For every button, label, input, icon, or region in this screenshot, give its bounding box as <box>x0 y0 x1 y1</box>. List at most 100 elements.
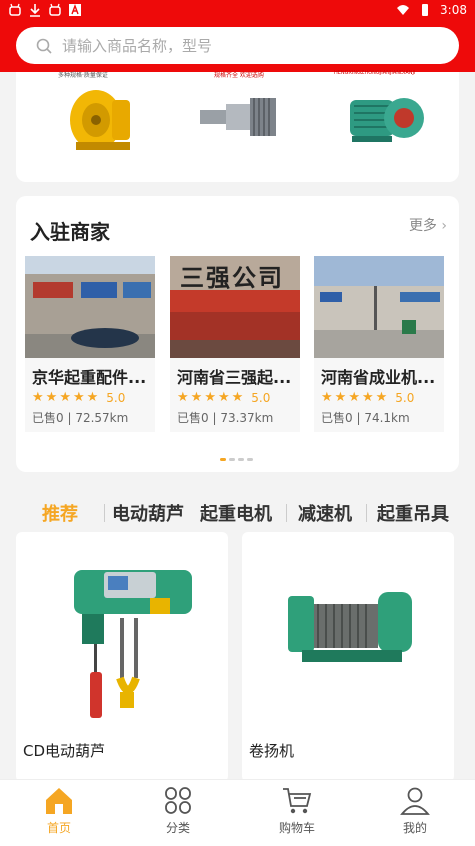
star-icon: ★ <box>231 390 244 405</box>
rating-value-1: 5.0 <box>106 390 126 405</box>
merchant-card-3[interactable]: 河南省成业机... ★ ★ ★ ★ ★ 5.0 已售0 | 74.1km <box>314 256 444 432</box>
star-icon: ★ <box>348 390 360 405</box>
yellow-drum-product-image <box>70 90 130 150</box>
bottom-nav: 首页 分类 购物车 我的 <box>0 779 475 846</box>
star-icon: ★ <box>190 390 203 405</box>
chevron-right-icon: › <box>441 218 447 234</box>
download-icon <box>30 4 40 17</box>
font-icon <box>69 4 81 16</box>
featured-caption-1: 多种规格·质量保证 <box>58 72 108 79</box>
merchants-card: 入驻商家 更多 › 京华起重配件... ★ ★ ★ ★ ★ 5.0 已售0 | 72.5… <box>16 196 459 472</box>
star-icon: ★ <box>177 390 189 405</box>
featured-product-3[interactable]: HENGXINGZHONGJIANJIANDIANJI <box>334 70 444 162</box>
app-header: 3:08 <box>0 0 475 72</box>
winch-product-image <box>288 592 412 662</box>
rating-stars-1: ★ ★ ★ ★ ★ 5.0 <box>32 390 125 405</box>
merchant-card-2[interactable]: 三强公司 河南省三强起... ★ ★ ★ ★ ★ 5.0 已售0 | 73.37km <box>170 256 300 432</box>
home-icon <box>46 788 72 814</box>
merchant-meta-3: 已售0 | 74.1km <box>321 409 410 426</box>
cart-icon <box>283 788 312 814</box>
featured-caption-2: 规格齐全 欢迎选购 <box>214 72 264 79</box>
tab-lifting-gear[interactable]: 起重吊具 <box>377 500 449 526</box>
nav-profile-label: 我的 <box>402 821 427 835</box>
wifi-icon <box>397 5 410 15</box>
nav-category[interactable]: 分类 <box>138 786 218 836</box>
tab-electric-hoist[interactable]: 电动葫芦 <box>112 500 184 526</box>
status-time: 3:08 <box>440 3 467 17</box>
tab-divider <box>286 504 287 522</box>
star-icon: ★ <box>86 390 99 405</box>
battery-icon <box>422 4 429 16</box>
more-link[interactable]: 更多 › <box>409 215 447 235</box>
tab-recommend[interactable]: 推荐 <box>42 500 78 526</box>
merchant-name-3: 河南省成业机... <box>321 368 436 387</box>
carousel-indicator <box>220 458 253 461</box>
sold-count-2: 已售0 <box>177 411 209 425</box>
star-icon: ★ <box>59 390 71 405</box>
more-label: 更多 <box>408 218 437 234</box>
distance-2: 73.37km <box>220 411 274 425</box>
tab-divider <box>366 504 367 522</box>
product-name-2: 卷扬机 <box>249 742 295 760</box>
rating-value-3: 5.0 <box>395 390 415 405</box>
category-icon <box>165 787 191 814</box>
distance-3: 74.1km <box>364 411 410 425</box>
merchant-photo-1 <box>25 256 155 358</box>
star-icon: ★ <box>361 390 374 405</box>
bug-icon <box>9 3 21 16</box>
product-name-1: CD电动葫芦 <box>23 742 106 760</box>
tab-lifting-motor[interactable]: 起重电机 <box>200 500 272 526</box>
rating-stars-3: ★ ★ ★ ★ ★ 5.0 <box>321 390 414 405</box>
product-card-1[interactable]: CD电动葫芦 <box>16 532 228 782</box>
carousel-dot <box>238 458 244 461</box>
sold-count-3: 已售0 <box>321 411 353 425</box>
user-icon <box>400 787 430 815</box>
tab-divider <box>104 504 105 522</box>
nav-home-label: 首页 <box>46 821 71 835</box>
rating-stars-2: ★ ★ ★ ★ ★ 5.0 <box>177 390 270 405</box>
nav-home[interactable]: 首页 <box>19 786 99 836</box>
search-icon <box>36 38 52 54</box>
cd-hoist-product-image <box>74 570 192 718</box>
shaft-product-image <box>200 98 276 136</box>
merchant-sign-text: 三强公司 <box>180 263 284 292</box>
star-icon: ★ <box>204 390 216 405</box>
star-icon: ★ <box>334 390 347 405</box>
nav-cart[interactable]: 购物车 <box>257 786 337 836</box>
search-input[interactable] <box>62 36 422 55</box>
category-tabs: 推荐 电动葫芦 起重电机 减速机 起重吊具 <box>0 500 475 528</box>
featured-product-1[interactable]: 多种规格·质量保证 <box>46 72 156 162</box>
merchant-meta-1: 已售0 | 72.57km <box>32 409 128 426</box>
merchant-name-1: 京华起重配件... <box>32 368 147 387</box>
carousel-dot <box>229 458 235 461</box>
bug-icon <box>49 3 61 16</box>
distance-1: 72.57km <box>75 411 129 425</box>
carousel-dot <box>247 458 253 461</box>
nav-profile[interactable]: 我的 <box>375 786 455 836</box>
merchant-photo-3 <box>314 256 444 358</box>
product-card-2[interactable]: 卷扬机 <box>242 532 454 782</box>
featured-caption-3: HENGXINGZHONGJIANJIANDIANJI <box>334 70 416 76</box>
tab-reducer[interactable]: 减速机 <box>298 500 352 526</box>
motor-product-image <box>350 98 424 142</box>
merchant-name-2: 河南省三强起... <box>177 368 292 387</box>
star-icon: ★ <box>321 390 333 405</box>
sold-count-1: 已售0 <box>32 411 64 425</box>
rating-value-2: 5.0 <box>251 390 271 405</box>
nav-cart-label: 购物车 <box>278 821 315 835</box>
featured-product-2[interactable]: 规格齐全 欢迎选购 <box>196 72 306 162</box>
nav-category-label: 分类 <box>165 821 190 835</box>
merchants-title: 入驻商家 <box>30 220 110 244</box>
star-icon: ★ <box>375 390 388 405</box>
search-bar[interactable] <box>16 27 459 64</box>
star-icon: ★ <box>217 390 230 405</box>
featured-products-card: 多种规格·质量保证 规格齐全 欢迎选购 HENGXINGZHONGJIANJIA… <box>16 70 459 182</box>
star-icon: ★ <box>45 390 58 405</box>
star-icon: ★ <box>72 390 85 405</box>
merchant-meta-2: 已售0 | 73.37km <box>177 409 273 426</box>
merchant-card-1[interactable]: 京华起重配件... ★ ★ ★ ★ ★ 5.0 已售0 | 72.57km <box>25 256 155 432</box>
merchant-photo-2: 三强公司 <box>170 256 300 358</box>
carousel-dot <box>220 458 226 461</box>
status-bar: 3:08 <box>0 0 475 22</box>
star-icon: ★ <box>32 390 44 405</box>
